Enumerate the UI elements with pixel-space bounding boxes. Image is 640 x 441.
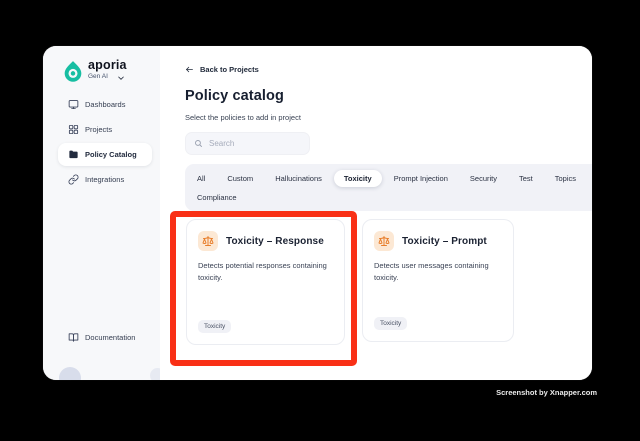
card-description: Detects potential responses containing t… [198,261,327,282]
tab-hallucinations[interactable]: Hallucinations [275,174,322,183]
tab-security[interactable]: Security [470,174,497,183]
card-tag: Toxicity [198,320,232,333]
search-box[interactable] [185,132,310,155]
back-label: Back to Projects [200,65,259,74]
sidebar-item-label: Policy Catalog [85,150,137,159]
tab-row-1: All Custom Hallucinations Toxicity Promp… [197,169,582,187]
watermark-text: Screenshot by Xnapper.com [496,388,597,397]
tab-custom[interactable]: Custom [227,174,253,183]
sidebar-item-policy-catalog[interactable]: Policy Catalog [58,143,152,166]
sidebar-item-label: Integrations [85,175,125,184]
scales-icon [198,231,218,251]
card-tag: Toxicity [374,317,408,330]
search-icon [194,139,203,148]
filter-tabs: All Custom Hallucinations Toxicity Promp… [185,164,592,211]
card-title: Toxicity – Response [226,235,324,247]
scales-icon [374,231,394,251]
back-to-projects-link[interactable]: Back to Projects [185,65,259,74]
page-title: Policy catalog [185,88,284,104]
chevron-down-icon[interactable] [116,74,126,82]
sidebar-nav: Dashboards Projects Policy Catalog Integ… [43,92,160,192]
card-description: Detects user messages containing toxicit… [374,261,489,282]
sidebar-item-label: Projects [85,125,113,134]
search-input[interactable] [209,139,299,148]
sidebar-item-label: Documentation [85,332,136,342]
sidebar-item-documentation[interactable]: Documentation [68,331,135,343]
tab-test[interactable]: Test [519,174,533,183]
sidebar-item-label: Dashboards [85,100,126,109]
sidebar-item-dashboards[interactable]: Dashboards [43,92,160,117]
tab-topics[interactable]: Topics [555,174,576,183]
sidebar: aporia Gen AI Dashboards Projects Policy… [43,46,160,380]
aporia-logo-icon [64,61,82,82]
policy-card-toxicity-prompt[interactable]: Toxicity – Prompt Detects user messages … [362,219,514,342]
dashboards-icon [68,99,79,110]
link-icon [68,174,79,185]
folder-icon [68,149,79,160]
page-subtitle: Select the policies to add in project [185,113,301,122]
card-title: Toxicity – Prompt [402,235,487,247]
tab-toxicity[interactable]: Toxicity [333,169,382,187]
tab-all[interactable]: All [197,174,205,183]
tab-prompt-injection[interactable]: Prompt Injection [394,174,448,183]
sidebar-item-projects[interactable]: Projects [43,117,160,142]
sidebar-item-integrations[interactable]: Integrations [43,167,160,192]
tab-compliance[interactable]: Compliance [197,193,237,202]
brand-name: aporia [88,58,127,72]
app-window: aporia Gen AI Dashboards Projects Policy… [43,46,592,380]
user-avatar[interactable] [59,367,81,380]
projects-icon [68,124,79,135]
tab-row-2: Compliance [197,189,582,205]
main-content: Back to Projects Policy catalog Select t… [160,46,592,380]
policy-card-toxicity-response[interactable]: Toxicity – Response Detects potential re… [186,219,345,345]
back-arrow-icon [185,65,195,74]
book-icon [68,332,79,343]
